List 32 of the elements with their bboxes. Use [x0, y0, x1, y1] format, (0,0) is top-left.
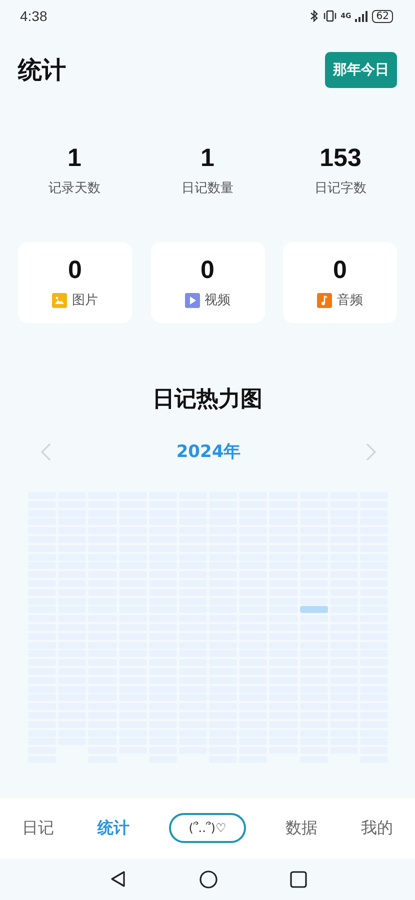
media-count: 0: [333, 256, 347, 285]
image-icon: [52, 292, 67, 308]
stat-label: 日记字数: [314, 180, 366, 197]
media-label: 图片: [72, 292, 98, 309]
heatmap-title: 日记热力图: [152, 386, 264, 414]
page-title: 统计: [18, 55, 66, 86]
home-icon[interactable]: [198, 870, 218, 888]
back-icon[interactable]: [108, 870, 126, 888]
play-icon: [184, 292, 200, 308]
stat-value: 153: [320, 144, 362, 173]
stat-value: 1: [200, 144, 214, 173]
nav-tab[interactable]: 统计: [93, 814, 134, 842]
nav-tab[interactable]: 数据: [282, 814, 322, 842]
on-this-day-button[interactable]: 那年今日: [325, 52, 397, 88]
signal-icon: [355, 10, 368, 22]
nav-tab[interactable]: 我的: [357, 814, 398, 842]
recents-icon[interactable]: [290, 870, 306, 888]
stat-value: 1: [68, 144, 82, 173]
media-label: 视频: [204, 292, 230, 309]
bluetooth-icon: [310, 10, 319, 22]
battery-level: 62: [372, 10, 393, 22]
media-count: 0: [68, 256, 82, 285]
stat-label: 日记数量: [182, 180, 234, 197]
music-note-icon: [317, 292, 332, 308]
media-label: 音频: [337, 292, 363, 309]
media-count: 0: [200, 256, 214, 285]
mood-tab[interactable]: (՞..՞)♡: [168, 813, 246, 843]
status-time: 4:38: [20, 8, 48, 24]
vibrate-icon: [322, 10, 337, 22]
stat-label: 记录天数: [48, 180, 100, 197]
year-label: 2024年: [176, 441, 241, 463]
nav-tab[interactable]: 日记: [18, 814, 58, 842]
